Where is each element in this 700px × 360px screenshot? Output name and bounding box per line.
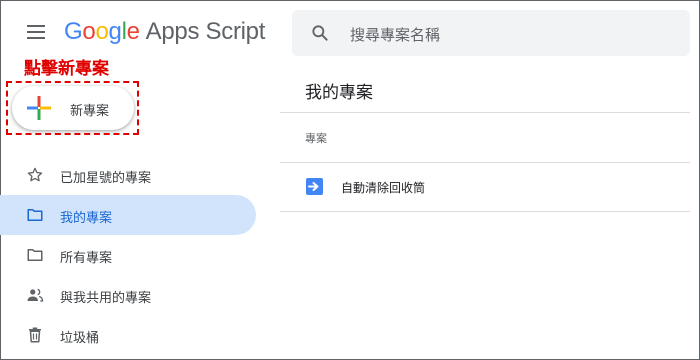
divider (280, 211, 690, 212)
search-input[interactable]: 搜尋專案名稱 (350, 24, 440, 45)
sidebar-item-all-projects[interactable]: 所有專案 (0, 235, 256, 275)
sidebar-item-label: 垃圾桶 (60, 330, 100, 345)
sidebar-item-label: 與我共用的專案 (60, 290, 152, 305)
project-name: 自動清除回收筒 (341, 181, 426, 195)
sidebar-item-label: 我的專案 (60, 210, 113, 225)
logo-letter: e (126, 18, 140, 45)
section-header: 專案 (305, 133, 327, 145)
apps-script-project-icon (306, 178, 323, 195)
sidebar-item-starred[interactable]: 已加星號的專案 (0, 155, 256, 195)
annotation-highlight-box (6, 81, 139, 135)
divider (280, 112, 690, 113)
annotation-label: 點擊新專案 (24, 59, 109, 78)
sidebar-item-trash[interactable]: 垃圾桶 (0, 315, 256, 355)
hamburger-menu-icon[interactable] (27, 25, 45, 39)
logo-letter: o (82, 18, 96, 45)
google-apps-script-logo[interactable]: Google Apps Script (64, 18, 265, 46)
sidebar-item-shared-with-me[interactable]: 與我共用的專案 (0, 275, 256, 315)
folder-icon (27, 249, 43, 261)
page-title: 我的專案 (305, 83, 373, 102)
logo-letter: G (64, 18, 83, 45)
project-row[interactable]: 自動清除回收筒 (280, 163, 690, 211)
search-bar[interactable]: 搜尋專案名稱 (292, 10, 690, 56)
search-icon[interactable] (310, 23, 330, 43)
logo-letter: g (108, 18, 122, 45)
sidebar-item-label: 所有專案 (60, 250, 113, 265)
logo-product-name: Apps Script (145, 18, 266, 45)
trash-icon (29, 327, 41, 343)
people-icon (27, 288, 44, 302)
logo-letter: o (95, 18, 109, 45)
folder-icon (27, 209, 43, 221)
star-icon (27, 167, 43, 182)
sidebar-item-my-projects[interactable]: 我的專案 (0, 195, 256, 235)
sidebar-item-label: 已加星號的專案 (60, 170, 152, 185)
